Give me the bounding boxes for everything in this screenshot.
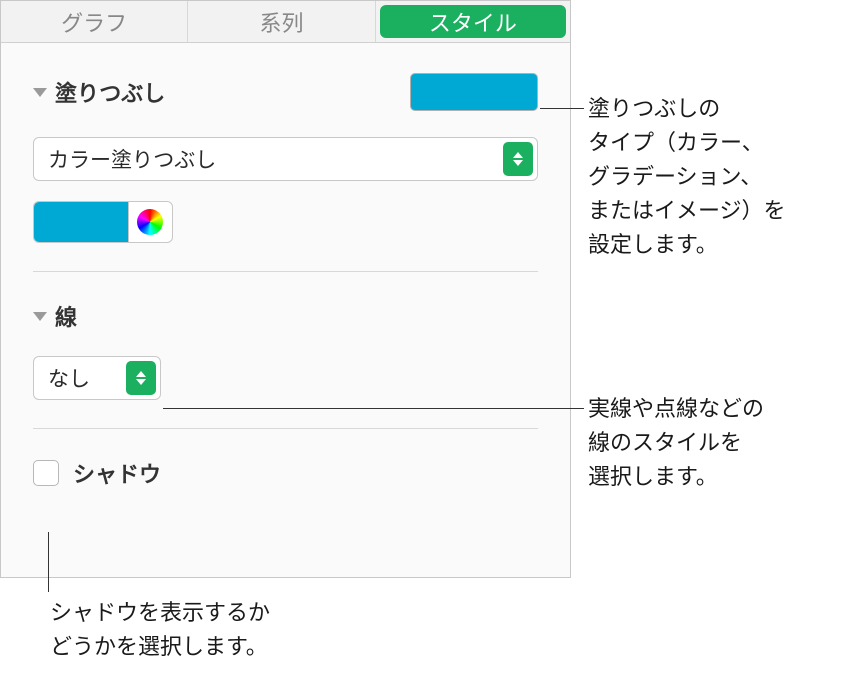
callout-shadow: シャドウを表示するか どうかを選択します。 bbox=[50, 596, 270, 664]
popup-button-icon[interactable] bbox=[126, 361, 156, 395]
panel-body: 塗りつぶし カラー塗りつぶし bbox=[1, 43, 570, 509]
chevron-down-icon bbox=[136, 379, 146, 385]
section-divider bbox=[33, 428, 538, 429]
popup-button-icon[interactable] bbox=[503, 142, 533, 176]
stroke-section-header: 線 bbox=[33, 300, 538, 332]
stroke-title: 線 bbox=[55, 300, 77, 332]
chevron-up-icon bbox=[136, 371, 146, 377]
color-picker-button[interactable] bbox=[128, 202, 172, 242]
tab-graph[interactable]: グラフ bbox=[1, 1, 188, 42]
tab-style[interactable]: スタイル bbox=[380, 5, 566, 38]
chevron-down-icon bbox=[513, 160, 523, 166]
tab-bar: グラフ 系列 スタイル bbox=[1, 1, 570, 43]
fill-section-header: 塗りつぶし bbox=[33, 73, 538, 111]
disclosure-triangle-icon[interactable] bbox=[33, 312, 47, 321]
style-inspector-panel: グラフ 系列 スタイル 塗りつぶし カラー塗りつぶし bbox=[0, 0, 571, 578]
stroke-section: 線 なし bbox=[33, 300, 538, 400]
shadow-checkbox[interactable] bbox=[33, 460, 59, 486]
shadow-row: シャドウ bbox=[33, 457, 538, 489]
callout-fill: 塗りつぶしの タイプ（カラー、 グラデーション、 またはイメージ）を 設定します… bbox=[588, 92, 786, 262]
callout-line bbox=[48, 532, 49, 592]
disclosure-triangle-icon[interactable] bbox=[33, 88, 47, 97]
callout-line bbox=[163, 408, 584, 409]
fill-color-well[interactable] bbox=[34, 202, 128, 242]
fill-type-select[interactable]: カラー塗りつぶし bbox=[33, 137, 538, 181]
fill-title-group: 塗りつぶし bbox=[33, 76, 165, 108]
section-divider bbox=[33, 271, 538, 272]
fill-type-select-wrapper: カラー塗りつぶし bbox=[33, 137, 538, 181]
fill-color-controls bbox=[33, 201, 173, 243]
chevron-up-icon bbox=[513, 152, 523, 158]
color-wheel-icon bbox=[137, 209, 163, 235]
tab-series[interactable]: 系列 bbox=[188, 1, 375, 42]
fill-section: 塗りつぶし カラー塗りつぶし bbox=[33, 73, 538, 243]
callout-stroke: 実線や点線などの 線のスタイルを 選択します。 bbox=[588, 392, 764, 494]
stroke-title-group: 線 bbox=[33, 300, 77, 332]
shadow-label: シャドウ bbox=[73, 457, 161, 489]
callout-line bbox=[540, 108, 584, 109]
fill-title: 塗りつぶし bbox=[55, 76, 165, 108]
stroke-style-select-wrapper: なし bbox=[33, 356, 161, 400]
fill-color-swatch[interactable] bbox=[410, 73, 538, 111]
